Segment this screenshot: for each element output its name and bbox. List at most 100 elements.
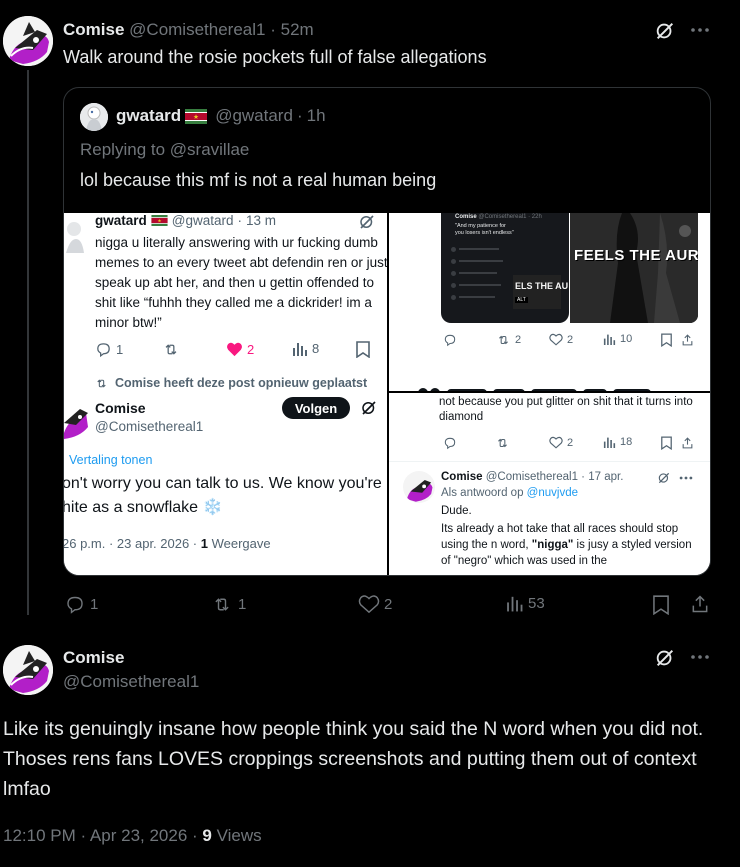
img1-author: gwatard	[95, 213, 147, 228]
img3-views-stat: 18	[603, 436, 632, 448]
img1-follow-button: Volgen	[282, 397, 350, 419]
img1-handle: @gwatard	[171, 213, 234, 228]
img1-like-stat: 2	[226, 341, 254, 357]
post-2-timestamp[interactable]: 12:10 PM · Apr 23, 2026 ·	[3, 826, 202, 845]
views-button[interactable]: 53	[506, 594, 545, 612]
img2-video-frame: FEELS THE AURA	[570, 213, 698, 323]
quote-image-grid[interactable]: gwatard @gwatard · 13 m nigga u literall…	[64, 213, 710, 575]
grok-icon	[657, 471, 671, 485]
post-1-text: Walk around the rosie pockets full of fa…	[63, 47, 487, 67]
views-icon	[292, 341, 308, 356]
img1-comise-avatar	[64, 397, 90, 439]
author-handle[interactable]: @Comisethereal1	[63, 672, 199, 692]
img1-reposted: Comise heeft deze post opnieuw geplaatst	[94, 376, 367, 390]
post-time[interactable]: 52m	[281, 20, 314, 39]
image-1[interactable]: gwatard @gwatard · 13 m nigga u literall…	[64, 213, 387, 575]
bookmark-icon	[356, 341, 370, 358]
img1-author2: Comise	[95, 400, 146, 416]
img2-phone-screenshot: Comise @Comisethereal1 · 22h "And my pat…	[441, 213, 569, 323]
repost-icon	[496, 333, 511, 347]
like-button[interactable]: 2	[358, 594, 392, 614]
share-icon	[681, 333, 694, 347]
replying-to: Replying to @sravillae	[80, 140, 250, 159]
img3-header: Comise @Comisethereal1 · 17 apr.	[441, 471, 624, 483]
post-2-views-count: 9	[202, 826, 212, 845]
reply-icon	[95, 341, 112, 358]
bookmark-icon	[661, 333, 672, 347]
bookmark-icon[interactable]	[652, 595, 670, 615]
share-icon	[681, 436, 694, 450]
img1-avatar	[64, 213, 86, 253]
img2-views-stat: 10	[603, 333, 632, 345]
image-2[interactable]: Comise @Comisethereal1 · 22h "And my pat…	[389, 213, 710, 391]
grok-icon	[358, 213, 376, 231]
img1-text: nigga u literally answering with ur fuck…	[95, 235, 387, 330]
author-name[interactable]: Comise	[63, 20, 124, 39]
img3-avatar	[403, 471, 435, 503]
img3-top-text: not because you put glitter on shit that…	[439, 396, 693, 423]
quote-text: lol because this mf is not a real human …	[80, 170, 437, 190]
heart-icon	[358, 594, 380, 614]
suriname-flag-icon	[151, 215, 168, 226]
img1-header: gwatard @gwatard · 13 m	[95, 213, 277, 228]
repost-button[interactable]: 1	[210, 594, 246, 615]
img1-translate-link: Vertaling tonen	[69, 453, 153, 467]
img2-mini-header: Comise @Comisethereal1 · 22h	[455, 214, 542, 220]
views-icon	[506, 594, 524, 612]
img1-reply-stat: 1	[95, 341, 123, 358]
more-icon[interactable]	[690, 651, 710, 663]
views-icon	[603, 436, 616, 448]
img3-like-stat: 2	[549, 436, 573, 449]
post-2-meta: 12:10 PM · Apr 23, 2026 · 9 Views	[3, 826, 262, 845]
reply-icon	[443, 333, 457, 347]
post-1-header: Comise @Comisethereal1 · 52m	[63, 20, 314, 39]
quote-handle[interactable]: @gwatard	[215, 106, 293, 126]
post-2-text: Like its genuingly insane how people thi…	[3, 718, 704, 800]
grok-icon[interactable]	[654, 647, 676, 669]
quoted-tweet[interactable]: gwatard @gwatard · 1h Replying to @sravi…	[63, 87, 711, 576]
img1-text2-line1: on't worry you can talk to us. We know y…	[64, 475, 382, 492]
author-name[interactable]: Comise	[63, 648, 124, 668]
img2-repost-stat: 2	[496, 333, 521, 347]
img1-meta: 26 p.m. · 23 apr. 2026 · 1 Weergave	[64, 536, 271, 551]
comise-avatar[interactable]	[3, 645, 53, 695]
img2-like-stat: 2	[549, 333, 573, 346]
img2-bottom-text	[417, 381, 687, 391]
img2-mini-list	[451, 243, 513, 305]
heart-filled-icon	[226, 341, 243, 357]
grok-icon[interactable]	[654, 20, 676, 42]
bookmark-icon	[661, 436, 672, 450]
repost-icon	[210, 594, 234, 615]
gwatard-avatar[interactable]	[80, 103, 108, 131]
img2-mini-video: ELS THE AU ALT	[513, 275, 568, 309]
image-3[interactable]: not because you put glitter on shit that…	[389, 393, 710, 575]
reply-icon	[64, 594, 86, 615]
reply-button[interactable]: 1	[64, 594, 98, 615]
quote-time[interactable]: 1h	[307, 106, 326, 126]
author-handle[interactable]: @Comisethereal1	[129, 20, 265, 39]
img3-reply-to: Als antwoord op @nuvjvde	[441, 487, 578, 499]
comise-avatar[interactable]	[3, 16, 53, 66]
heart-icon	[549, 333, 563, 346]
thread-line	[27, 70, 29, 615]
share-icon[interactable]	[690, 594, 710, 614]
img1-text2-line2: hite as a snowflake ❄️	[64, 499, 223, 516]
suriname-flag-icon	[185, 108, 208, 124]
heart-icon	[549, 436, 563, 449]
more-icon[interactable]	[690, 24, 710, 36]
grok-icon	[360, 399, 378, 417]
quote-header: gwatard @gwatard · 1h	[116, 106, 326, 126]
repost-icon	[94, 377, 109, 390]
more-icon	[679, 475, 693, 481]
img3-body: Its already a hot take that all races sh…	[441, 523, 692, 567]
img1-time: 13 m	[246, 213, 277, 228]
reply-icon	[443, 436, 457, 450]
img2-mini-text: "And my patience for you losers isn't en…	[455, 223, 514, 236]
img1-handle2: @Comisethereal1	[95, 419, 204, 434]
quote-author[interactable]: gwatard	[116, 106, 181, 126]
img3-dude: Dude.	[441, 505, 472, 517]
repost-icon	[162, 341, 180, 358]
repost-icon	[495, 436, 510, 450]
img1-views-stat: 8	[292, 341, 319, 356]
img2-video-caption: FEELS THE AURA	[574, 247, 698, 264]
